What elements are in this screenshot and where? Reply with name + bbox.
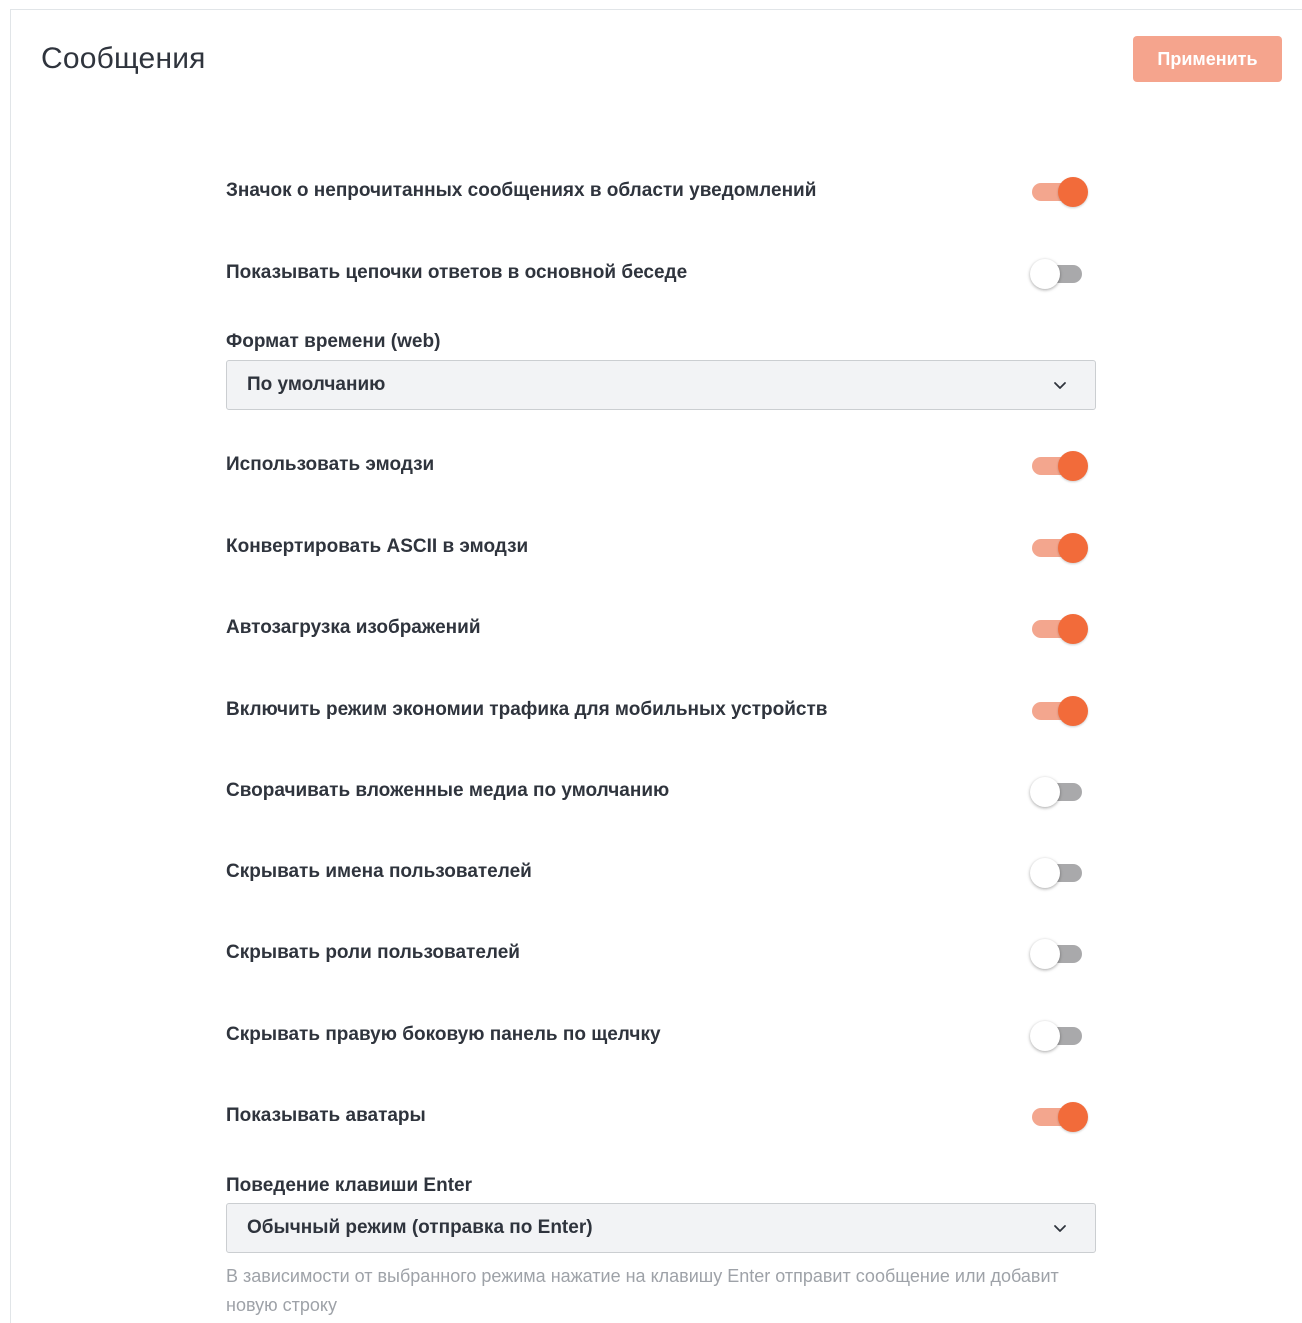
show-avatars-toggle[interactable] bbox=[1032, 1101, 1088, 1132]
setting-label: Включить режим экономии трафика для моби… bbox=[226, 699, 828, 720]
toggle-knob bbox=[1058, 177, 1088, 207]
setting-label: Скрывать имена пользователей bbox=[226, 861, 532, 882]
enter-behavior-label: Поведение клавиши Enter bbox=[226, 1175, 472, 1196]
setting-autoload-images: Автозагрузка изображений bbox=[226, 608, 1098, 648]
hide-roles-toggle[interactable] bbox=[1030, 938, 1086, 969]
setting-show-avatars: Показывать аватары bbox=[226, 1096, 1098, 1136]
toggle-knob bbox=[1058, 451, 1088, 481]
setting-label: Конвертировать ASCII в эмодзи bbox=[226, 536, 529, 557]
autoload-images-toggle[interactable] bbox=[1032, 613, 1088, 644]
setting-show-threads: Показывать цепочки ответов в основной бе… bbox=[226, 253, 1098, 293]
toggle-knob bbox=[1058, 533, 1088, 563]
time-format-label: Формат времени (web) bbox=[226, 331, 441, 352]
use-emoji-toggle[interactable] bbox=[1032, 450, 1088, 481]
collapse-media-toggle[interactable] bbox=[1030, 776, 1086, 807]
setting-label: Автозагрузка изображений bbox=[226, 617, 481, 638]
toggle-knob bbox=[1030, 1021, 1060, 1051]
setting-ascii-emoji: Конвертировать ASCII в эмодзи bbox=[226, 527, 1098, 567]
ascii-emoji-toggle[interactable] bbox=[1032, 532, 1088, 563]
chevron-down-icon bbox=[1054, 1225, 1066, 1232]
toggle-knob bbox=[1030, 858, 1060, 888]
show-threads-toggle[interactable] bbox=[1030, 258, 1086, 289]
toggle-knob bbox=[1030, 939, 1060, 969]
apply-button[interactable]: Применить bbox=[1133, 36, 1282, 82]
setting-hide-usernames: Скрывать имена пользователей bbox=[226, 852, 1098, 892]
setting-label: Скрывать правую боковую панель по щелчку bbox=[226, 1024, 661, 1045]
hide-usernames-toggle[interactable] bbox=[1030, 857, 1086, 888]
enter-behavior-hint: В зависимости от выбранного режима нажат… bbox=[226, 1266, 1059, 1315]
setting-label: Использовать эмодзи bbox=[226, 454, 435, 475]
chevron-down-icon bbox=[1054, 382, 1066, 389]
setting-label: Сворачивать вложенные медиа по умолчанию bbox=[226, 780, 670, 801]
unread-badge-toggle[interactable] bbox=[1032, 176, 1088, 207]
setting-label: Скрывать роли пользователей bbox=[226, 942, 520, 963]
setting-collapse-media: Сворачивать вложенные медиа по умолчанию bbox=[226, 771, 1098, 811]
setting-use-emoji: Использовать эмодзи bbox=[226, 445, 1098, 485]
enter-behavior-select[interactable]: Обычный режим (отправка по Enter) bbox=[226, 1203, 1096, 1253]
toggle-knob bbox=[1058, 1102, 1088, 1132]
setting-label: Показывать аватары bbox=[226, 1105, 426, 1126]
hide-flextab-toggle[interactable] bbox=[1030, 1020, 1086, 1051]
setting-label: Показывать цепочки ответов в основной бе… bbox=[226, 262, 688, 283]
time-format-value: По умолчанию bbox=[247, 374, 386, 395]
toggle-knob bbox=[1030, 259, 1060, 289]
data-saver-toggle[interactable] bbox=[1032, 695, 1088, 726]
toggle-knob bbox=[1058, 696, 1088, 726]
toggle-knob bbox=[1058, 614, 1088, 644]
setting-data-saver: Включить режим экономии трафика для моби… bbox=[226, 690, 1098, 730]
setting-hide-flextab: Скрывать правую боковую панель по щелчку bbox=[226, 1015, 1098, 1055]
time-format-select[interactable]: По умолчанию bbox=[226, 360, 1096, 410]
toggle-knob bbox=[1030, 777, 1060, 807]
setting-label: Значок о непрочитанных сообщениях в обла… bbox=[226, 180, 817, 201]
messages-settings-panel: Сообщения Применить Значок о непрочитанн… bbox=[10, 9, 1302, 1323]
page-title: Сообщения bbox=[41, 42, 206, 75]
setting-hide-roles: Скрывать роли пользователей bbox=[226, 933, 1098, 973]
setting-unread-badge: Значок о непрочитанных сообщениях в обла… bbox=[226, 171, 1098, 211]
enter-behavior-value: Обычный режим (отправка по Enter) bbox=[247, 1217, 593, 1238]
